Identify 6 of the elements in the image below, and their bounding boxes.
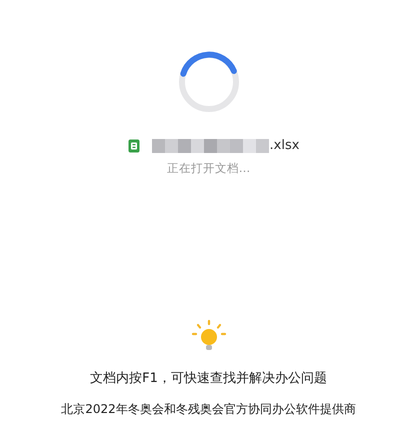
file-extension: .xlsx xyxy=(270,138,300,153)
footer-text: 北京2022年冬奥会和冬残奥会官方协同办公软件提供商 xyxy=(61,401,356,418)
spreadsheet-file-icon xyxy=(128,138,140,152)
tip-text: 文档内按F1，可快速查找并解决办公问题 xyxy=(90,370,327,387)
loading-spinner-icon xyxy=(176,50,240,114)
status-text: 正在打开文档… xyxy=(166,161,250,176)
